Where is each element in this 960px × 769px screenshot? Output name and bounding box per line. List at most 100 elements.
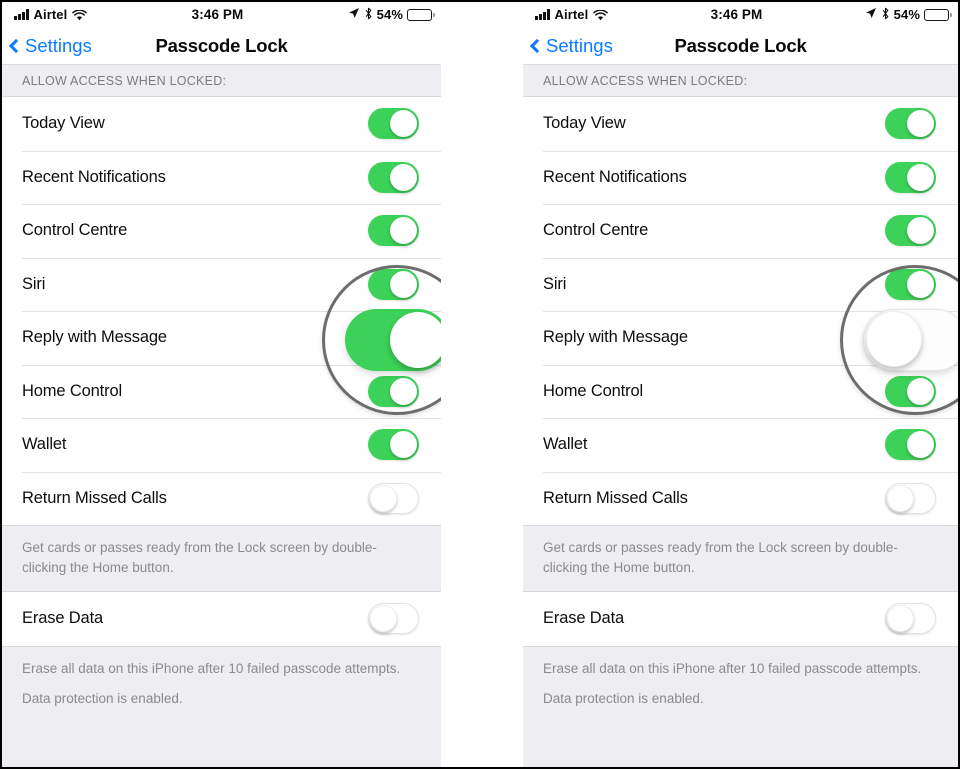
row-label: Siri: [22, 274, 46, 293]
toggle-home-control[interactable]: [885, 375, 936, 407]
wallet-footnote: Get cards or passes ready from the Lock …: [523, 525, 958, 593]
carrier-label: Airtel: [33, 7, 68, 22]
row-reply-with-message[interactable]: Reply with Message: [2, 311, 441, 365]
battery-icon: [924, 8, 952, 21]
erase-footnote-line-1: Erase all data on this iPhone after 10 f…: [22, 660, 280, 676]
toggle-reply-with-message[interactable]: [885, 322, 936, 354]
erase-data-group: Erase Data: [523, 592, 958, 646]
allow-access-group: Today View Recent Notifications Control …: [523, 97, 958, 525]
row-erase-data[interactable]: Erase Data: [2, 592, 441, 646]
row-wallet[interactable]: Wallet: [523, 418, 958, 472]
row-siri[interactable]: Siri: [2, 257, 441, 311]
bluetooth-icon: [364, 7, 373, 23]
row-control-centre[interactable]: Control Centre: [2, 204, 441, 258]
chevron-left-icon: [529, 38, 545, 54]
toggle-control-centre[interactable]: [368, 215, 419, 247]
battery-percent-label: 54%: [893, 7, 920, 22]
row-recent-notifications[interactable]: Recent Notifications: [523, 150, 958, 204]
row-label: Siri: [543, 274, 567, 293]
status-bar-right: 54%: [348, 7, 435, 23]
row-home-control[interactable]: Home Control: [2, 364, 441, 418]
chevron-left-icon: [8, 38, 24, 54]
battery-icon: [407, 8, 435, 21]
status-bar-left: Airtel: [535, 7, 609, 22]
erase-footnote-line-2: passcode attempts.: [804, 660, 922, 676]
row-home-control[interactable]: Home Control: [523, 364, 958, 418]
navigation-bar: Settings Passcode Lock: [2, 27, 441, 65]
back-button[interactable]: Settings: [8, 34, 92, 57]
toggle-siri[interactable]: [885, 268, 936, 300]
toggle-today-view[interactable]: [885, 108, 936, 140]
status-bar-left: Airtel: [14, 7, 88, 22]
carrier-label: Airtel: [554, 7, 589, 22]
erase-footnote-line-1: Erase all data on this iPhone after 10 f…: [543, 660, 801, 676]
back-button[interactable]: Settings: [529, 34, 613, 57]
row-label: Home Control: [22, 381, 122, 400]
toggle-home-control[interactable]: [368, 375, 419, 407]
row-label: Home Control: [543, 381, 643, 400]
toggle-reply-with-message[interactable]: [368, 322, 419, 354]
row-return-missed-calls[interactable]: Return Missed Calls: [523, 471, 958, 525]
row-recent-notifications[interactable]: Recent Notifications: [2, 150, 441, 204]
row-control-centre[interactable]: Control Centre: [523, 204, 958, 258]
row-label: Recent Notifications: [543, 167, 687, 186]
toggle-wallet[interactable]: [368, 429, 419, 461]
erase-footnote-line-3: Data protection is enabled.: [543, 691, 704, 707]
row-label: Recent Notifications: [22, 167, 166, 186]
row-label: Erase Data: [22, 609, 104, 628]
panel-gutter: [441, 2, 523, 767]
row-label: Wallet: [543, 435, 588, 454]
erase-data-footnote: Erase all data on this iPhone after 10 f…: [523, 645, 958, 767]
back-button-label: Settings: [546, 34, 613, 56]
row-today-view[interactable]: Today View: [2, 97, 441, 151]
wallet-footnote-line-2: clicking the Home button.: [22, 559, 174, 575]
phone-screen-before: Airtel 3:46 PM 54% Settings Passcode Loc…: [2, 2, 441, 767]
wallet-footnote-line-1: Get cards or passes ready from the Lock …: [543, 540, 898, 555]
wallet-footnote-line-1: Get cards or passes ready from the Lock …: [22, 540, 377, 555]
toggle-return-missed-calls[interactable]: [368, 482, 419, 514]
erase-data-group: Erase Data: [2, 592, 441, 646]
row-label: Wallet: [22, 435, 67, 454]
battery-percent-label: 54%: [376, 7, 403, 22]
back-button-label: Settings: [25, 34, 92, 56]
erase-footnote-line-2: passcode attempts.: [283, 660, 401, 676]
status-bar: Airtel 3:46 PM 54%: [523, 2, 958, 27]
row-label: Reply with Message: [22, 328, 167, 347]
row-reply-with-message[interactable]: Reply with Message: [523, 311, 958, 365]
wallet-footnote-line-2: clicking the Home button.: [543, 559, 695, 575]
location-arrow-icon: [865, 7, 877, 22]
clock-label: 3:46 PM: [710, 7, 763, 22]
toggle-recent-notifications[interactable]: [368, 161, 419, 193]
toggle-wallet[interactable]: [885, 429, 936, 461]
row-label: Reply with Message: [543, 328, 688, 347]
row-label: Erase Data: [543, 609, 625, 628]
signal-bars-icon: [535, 9, 550, 20]
wifi-icon: [593, 9, 609, 21]
erase-footnote-line-3: Data protection is enabled.: [22, 691, 183, 707]
toggle-return-missed-calls[interactable]: [885, 482, 936, 514]
row-label: Today View: [543, 114, 626, 133]
signal-bars-icon: [14, 9, 29, 20]
section-header-allow-access: ALLOW ACCESS WHEN LOCKED:: [523, 65, 958, 97]
wallet-footnote: Get cards or passes ready from the Lock …: [2, 525, 441, 593]
row-siri[interactable]: Siri: [523, 257, 958, 311]
navigation-bar: Settings Passcode Lock: [523, 27, 958, 65]
toggle-erase-data[interactable]: [885, 603, 936, 635]
phone-screen-after: Airtel 3:46 PM 54% Settings Passcode Loc…: [523, 2, 958, 767]
section-header-allow-access: ALLOW ACCESS WHEN LOCKED:: [2, 65, 441, 97]
row-label: Control Centre: [543, 221, 649, 240]
row-return-missed-calls[interactable]: Return Missed Calls: [2, 471, 441, 525]
row-erase-data[interactable]: Erase Data: [523, 592, 958, 646]
toggle-siri[interactable]: [368, 268, 419, 300]
clock-label: 3:46 PM: [191, 7, 244, 22]
wifi-icon: [72, 9, 88, 21]
toggle-erase-data[interactable]: [368, 603, 419, 635]
toggle-recent-notifications[interactable]: [885, 161, 936, 193]
row-label: Control Centre: [22, 221, 128, 240]
row-wallet[interactable]: Wallet: [2, 418, 441, 472]
location-arrow-icon: [348, 7, 360, 22]
row-label: Return Missed Calls: [543, 488, 688, 507]
row-today-view[interactable]: Today View: [523, 97, 958, 151]
toggle-today-view[interactable]: [368, 108, 419, 140]
toggle-control-centre[interactable]: [885, 215, 936, 247]
